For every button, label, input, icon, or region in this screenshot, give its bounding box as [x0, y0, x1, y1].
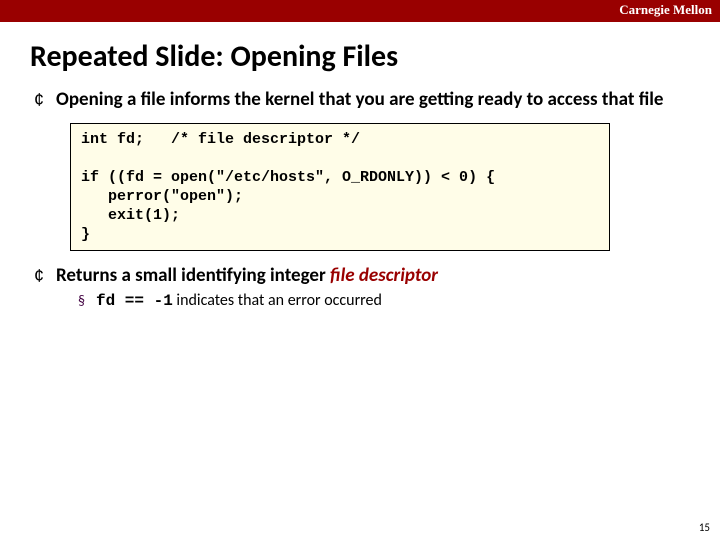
bullet-marker: ¢ [34, 265, 56, 287]
bullet-marker: ¢ [34, 89, 56, 111]
header-bar: Carnegie Mellon [0, 0, 720, 22]
subbullet-rest: indicates that an error occurred [173, 291, 382, 310]
bullet-1-text: Opening a file informs the kernel that y… [56, 89, 663, 111]
bullet-1: ¢ Opening a file informs the kernel that… [34, 89, 700, 111]
bullet-2-text: Returns a small identifying integer file… [56, 265, 438, 287]
subbullet-code: fd == -1 [96, 292, 173, 310]
code-block: int fd; /* file descriptor */ if ((fd = … [70, 123, 610, 251]
subbullet-1: § fd == -1 indicates that an error occur… [78, 291, 720, 311]
bullet-2: ¢ Returns a small identifying integer fi… [34, 265, 700, 287]
page-number: 15 [699, 521, 710, 534]
bullet-2-prefix: Returns a small identifying integer [56, 264, 330, 287]
subbullet-marker: § [78, 291, 96, 311]
bullet-2-emph: file descriptor [330, 264, 438, 287]
institution-label: Carnegie Mellon [619, 2, 712, 18]
slide-title: Repeated Slide: Opening Files [30, 38, 720, 75]
subbullet-1-text: fd == -1 indicates that an error occurre… [96, 291, 382, 311]
